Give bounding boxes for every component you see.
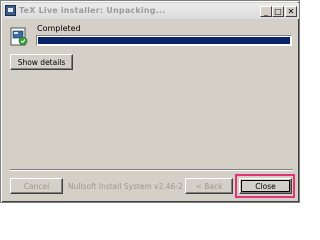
back-button[interactable]: < Back [185, 178, 233, 194]
close-window-button[interactable]: ✕ [285, 6, 297, 17]
cancel-button[interactable]: Cancel [10, 178, 63, 194]
installer-window: TeX Live installer: Unpacking... _ □ ✕ C… [0, 0, 300, 203]
progress-bar-fill [38, 37, 290, 44]
installer-icon [10, 27, 28, 46]
show-details-button[interactable]: Show details [10, 54, 73, 70]
status-label: Completed [37, 24, 81, 33]
minimize-button[interactable]: _ [260, 6, 272, 17]
maximize-button[interactable]: □ [272, 6, 284, 17]
installer-app-icon [5, 5, 16, 16]
progress-bar [36, 35, 292, 46]
footer-divider [10, 169, 293, 171]
window-title: TeX Live installer: Unpacking... [19, 6, 166, 15]
title-bar[interactable]: TeX Live installer: Unpacking... _ □ ✕ [3, 3, 299, 19]
nsis-brand-label: Nullsoft Install System v2.46-2 [68, 182, 183, 191]
close-button-highlight [235, 174, 295, 198]
